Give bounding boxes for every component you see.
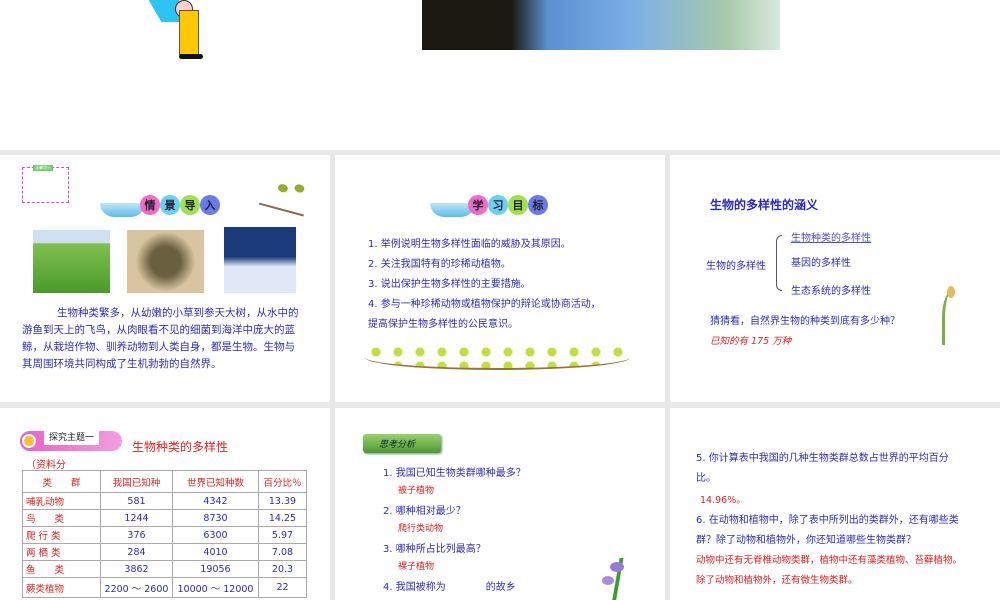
lake-photo [422,0,780,50]
question: 6. 在动物和植物中，除了表中所列出的类群外，还有哪些类群？除了动物和植物外，你… [696,515,959,546]
table-row: 两 栖 类 284 4010 7.08 [22,543,307,561]
table-row: 鸟 类 1244 8730 14.25 [22,509,307,527]
slide-title: 生物的多样性的涵义 [710,198,819,212]
objective-item: 1. 举例说明生物多样性面临的威胁及其原因。 [368,239,571,250]
branch: 生态系统的多样性 [791,286,871,297]
title-char: 学 [468,195,488,215]
title-char: 目 [508,195,528,215]
table-header-row: 类 群我国已知种 世界已知种数 百分比％ [22,470,307,493]
flower-illustration [942,286,964,345]
question: 2. 哪种相对最少？ [383,506,466,517]
slide-title: 生物种类的多样性 [132,440,229,454]
vine-decoration [365,345,630,370]
table-row: 哺乳动物 581 4342 13.39 [22,492,307,510]
slide-thumbnail-3[interactable]: 生物的多样性的涵义 生物的多样性 生物种类的多样性 基因的多样性 生态系统的多样… [670,155,1000,402]
answer: 爬行类动物 [398,524,444,534]
table-row: 鱼 类 3862 19056 20.3 [22,560,307,578]
objective-item: 3. 说出保护生物多样性的主要措施。 [368,279,531,290]
objectives-list: 1. 举例说明生物多样性面临的威胁及其原因。 2. 关注我国特有的珍稀动植物。 … [368,235,601,335]
title-char: 标 [528,195,548,215]
title-char: 入 [200,195,220,215]
table-row: 爬 行 类 376 6300 5.97 [22,526,307,544]
branch-link[interactable]: 生物种类的多样性 [791,229,871,244]
grassland-photo [33,230,110,293]
question: 4. 我国被称为 的故乡 [383,582,516,593]
title-char: 习 [488,195,508,215]
slide-thumbnail-top[interactable] [0,0,1000,150]
title-char: 导 [180,195,200,215]
birds-branch-image [258,175,312,217]
answer: 已知的有 175 万种 [710,336,792,347]
slide-thumbnail-2[interactable]: 学 习 目 标 1. 举例说明生物多样性面临的威胁及其原因。 2. 关注我国特有… [335,155,665,402]
diversity-root: 生物的多样性 [706,261,766,272]
cartoon-person-image [148,0,205,59]
title-char: 景 [160,195,180,215]
objective-item: 提高保护生物多样性的公民意识。 [368,319,518,330]
question: 3. 哪种所占比列最高？ [383,544,486,555]
penguins-photo [224,227,296,293]
question: 5. 你计算表中我国的几种生物类群总数占世界的平均百分比。 [696,453,949,484]
iris-flower-illustration [600,558,640,600]
species-table: 类 群我国已知种 世界已知种数 百分比％ 哺乳动物 581 4342 13.39 鸟 类1… [22,470,307,598]
analysis-badge: 思考分析 [363,434,441,453]
title-char: 情 [140,195,160,215]
tip-note: 温馨提示 [22,165,69,203]
desert-shrub-photo [127,230,204,293]
table-row: 蕨类植物 2200 ～ 2600 10000 ～ 12000 22 [22,577,307,598]
slide-thumbnail-5[interactable]: 思考分析 1. 我国已知生物类群哪种最多？ 被子植物 2. 哪种相对最少？ 爬行… [335,408,665,600]
slide-thumbnail-4[interactable]: 探究主题一 生物种类的多样性 （资料分 类 群我国已知种 世界已知种数 百分比％ 哺… [0,408,330,600]
branch: 基因的多样性 [791,258,851,269]
slide-thumbnail-1[interactable]: 温馨提示 情 景 导 入 生物种类繁多，从幼嫩的小草到参天大树，从水中的游鱼到天… [0,155,330,402]
answer: 裸子植物 [398,562,435,572]
answer: 14.96%。 [700,495,746,506]
topic-badge: 探究主题一 [20,428,122,451]
objective-item: 4. 参与一种珍稀动物或植物保护的辩论或协商活动， [368,299,601,310]
brace [776,235,782,291]
intro-paragraph: 生物种类繁多，从幼嫩的小草到参天大树，从水中的游鱼到天上的飞鸟，从肉眼看不见的细… [22,307,299,370]
answer: 被子植物 [398,486,435,496]
slide-thumbnail-6[interactable]: 5. 你计算表中我国的几种生物类群总数占世界的平均百分比。 14.96%。 6.… [670,408,1000,600]
answer: 动物中还有无脊椎动物类群，植物中还有藻类植物、苔藓植物。除了动物和植物外，还有微… [696,555,963,586]
question: 1. 我国已知生物类群哪种最多？ [383,468,526,479]
source-note: （资料分 [26,460,66,471]
objective-item: 2. 关注我国特有的珍稀动植物。 [368,259,511,270]
question: 猜猜看，自然界生物的种类到底有多少种？ [710,316,900,327]
book-icon [100,203,145,217]
